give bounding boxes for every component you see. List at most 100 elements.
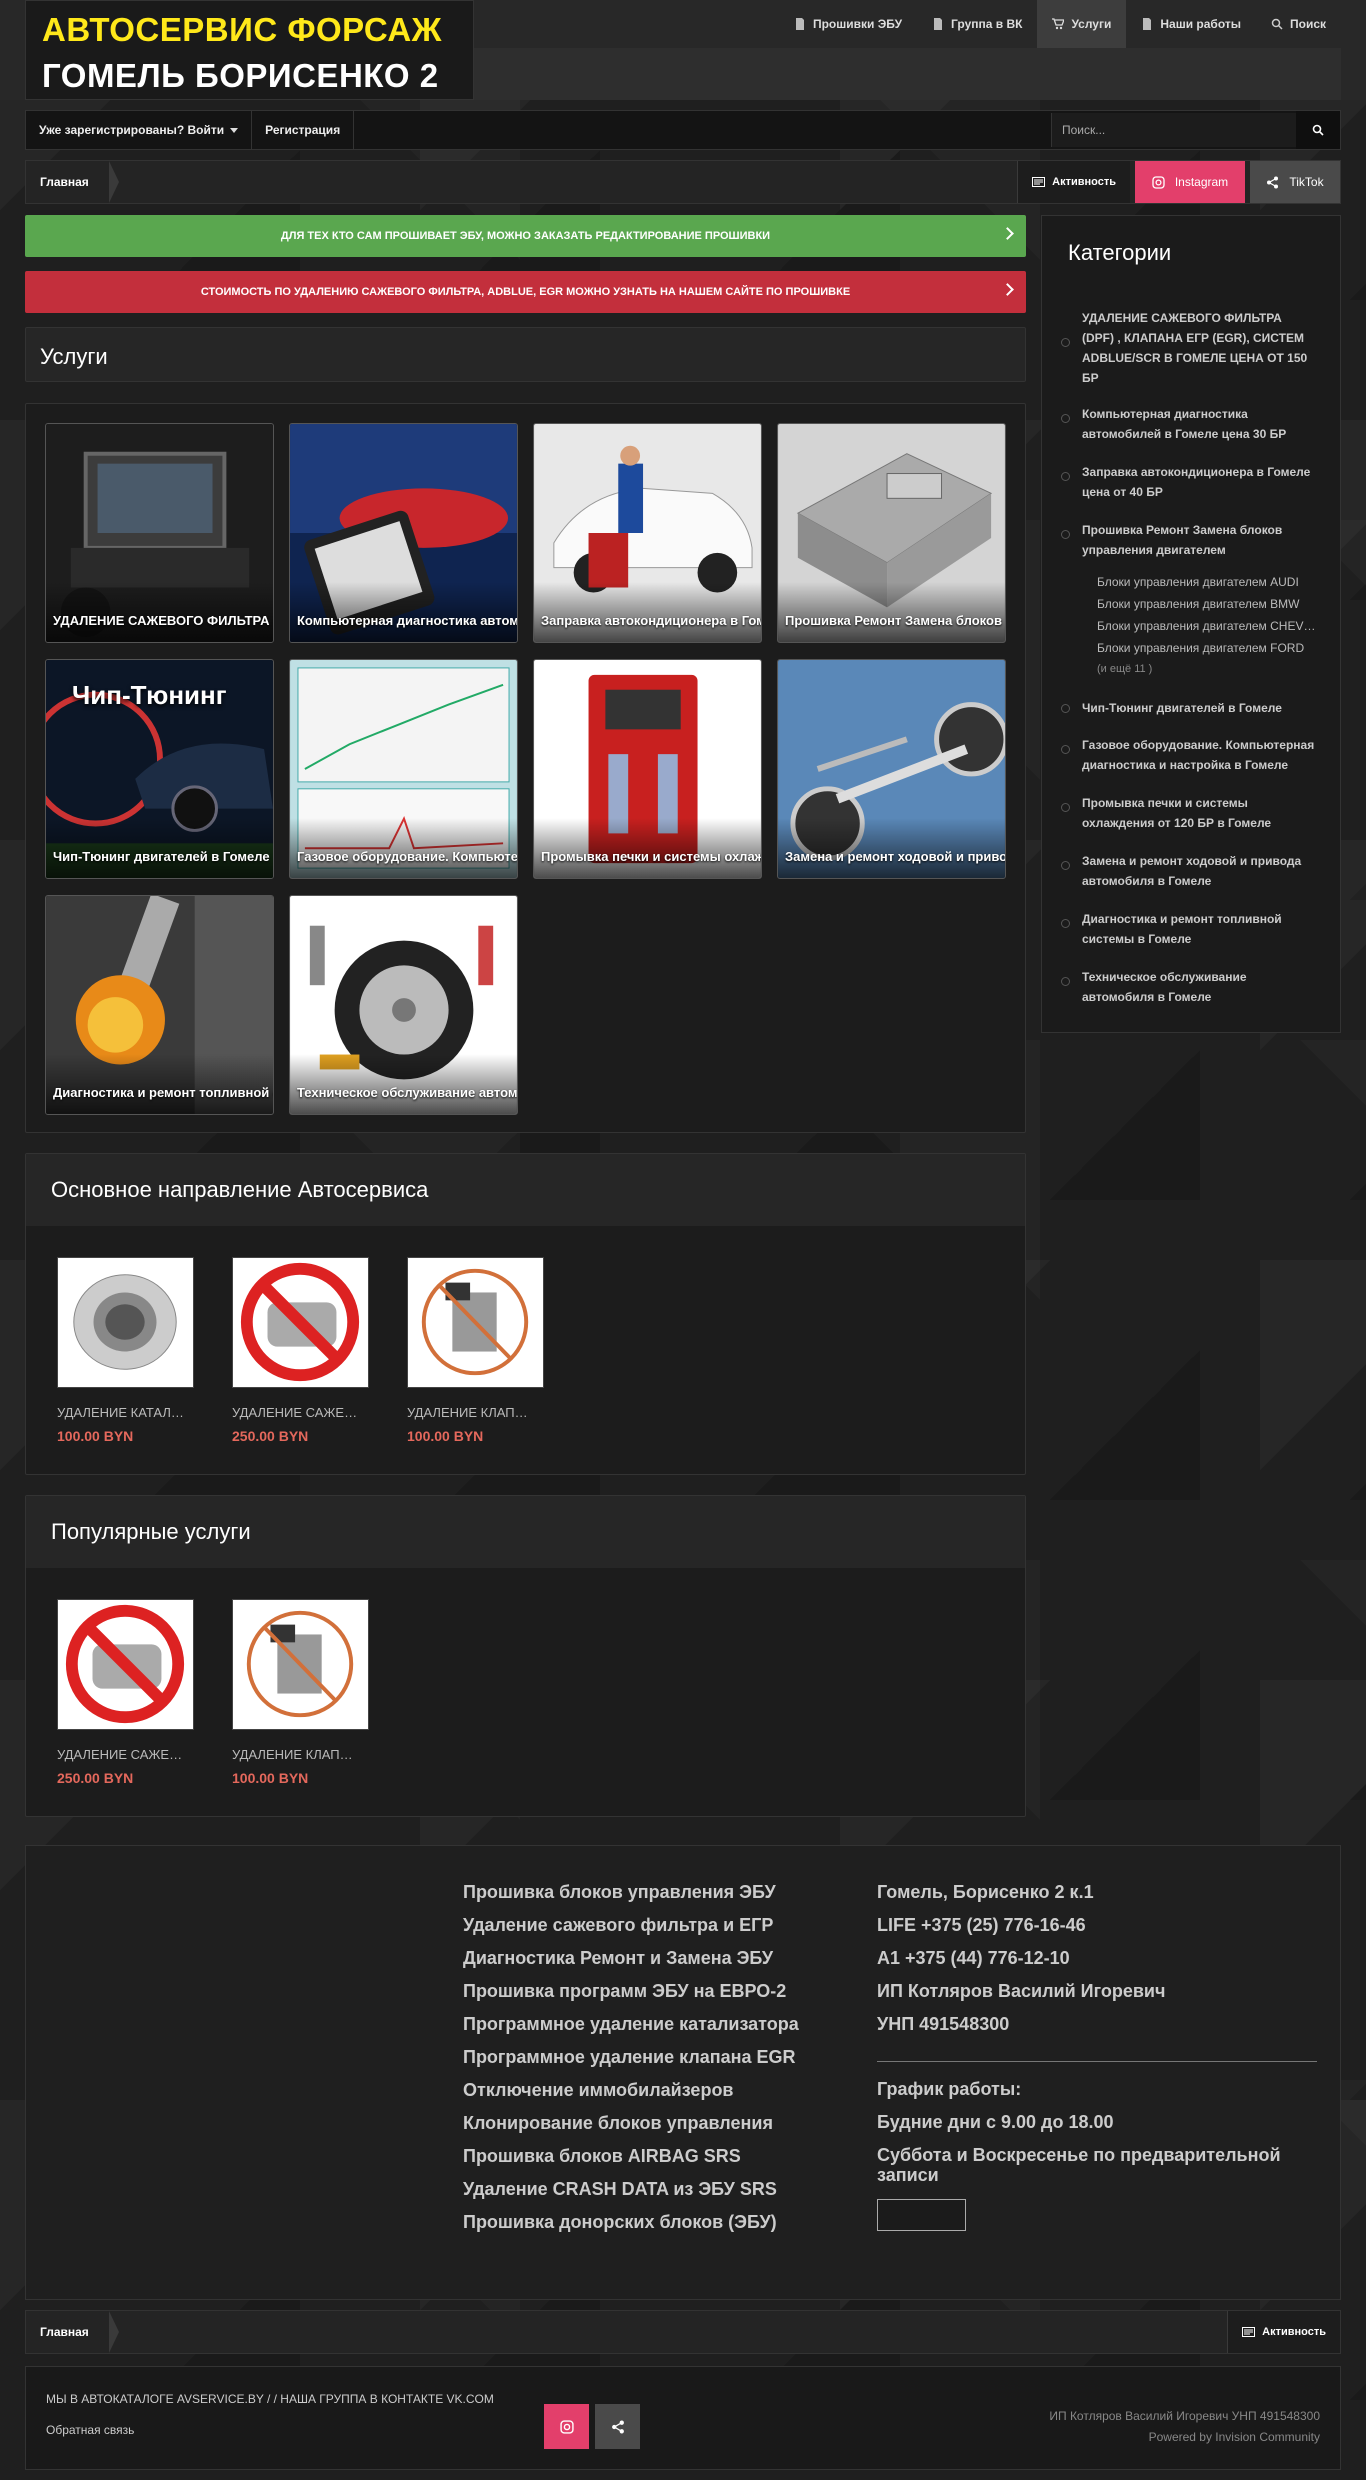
document-icon <box>934 18 943 30</box>
bottom-bar: МЫ В АВТОКАТАЛОГЕ AVSERVICE.BY / / НАША … <box>25 2366 1341 2470</box>
nav-services[interactable]: Услуги <box>1037 0 1127 48</box>
activity-button[interactable]: Активность <box>1227 2311 1340 2353</box>
service-label: Заправка автокондиционера в Гомеле <box>534 582 761 642</box>
page-title: Услуги <box>40 344 108 369</box>
share-icon <box>611 2420 624 2433</box>
instagram-button[interactable]: Instagram <box>1135 161 1245 203</box>
category-label: Заправка автокондиционера в Гомеле цена … <box>1082 465 1311 499</box>
subcategory-label: Блоки управления двигателем BMW <box>1097 597 1300 611</box>
firmware-editing-banner[interactable]: ДЛЯ ТЕХ КТО САМ ПРОШИВАЕТ ЭБУ, МОЖНО ЗАК… <box>25 215 1026 257</box>
share-button[interactable] <box>595 2404 640 2449</box>
subcategory-label: Блоки управления двигателем AUDI <box>1097 575 1299 589</box>
footer-service-item: Удаление сажевого фильтра и ЕГР <box>463 1915 774 1935</box>
service-tile[interactable]: Промывка печки и системы охлаждения <box>533 659 762 879</box>
category-item[interactable]: Чип-Тюнинг двигателей в Гомеле <box>1061 698 1317 718</box>
nav-our-works[interactable]: Наши работы <box>1126 0 1256 48</box>
subcategory-item[interactable]: Блоки управления двигателем CHEVROLET <box>1097 619 1317 633</box>
instagram-icon <box>559 2419 574 2434</box>
product-card[interactable]: УДАЛЕНИЕ КАТАЛИЗАТОРА 100.00 BYN <box>57 1257 197 1444</box>
register-button[interactable]: Регистрация <box>252 111 355 149</box>
subcategory-item[interactable]: Блоки управления двигателем AUDI <box>1097 575 1317 589</box>
site-logo[interactable]: АВТОСЕРВИС ФОРСАЖ ГОМЕЛЬ БОРИСЕНКО 2 <box>25 0 474 100</box>
dpf-price-banner[interactable]: СТОИМОСТЬ ПО УДАЛЕНИЮ САЖЕВОГО ФИЛЬТРА, … <box>25 271 1026 313</box>
powered-by-link[interactable]: Powered by Invision Community <box>1149 2430 1320 2444</box>
product-card[interactable]: УДАЛЕНИЕ САЖЕВОГО ФИЛЬТРА 250.00 BYN <box>57 1599 197 1786</box>
footer-links[interactable]: МЫ В АВТОКАТАЛОГЕ AVSERVICE.BY / / НАША … <box>46 2392 494 2406</box>
product-name: УДАЛЕНИЕ КЛАПАНА EGR <box>232 1747 360 1762</box>
category-item[interactable]: Техническое обслуживание автомобиля в Го… <box>1061 967 1317 1007</box>
schedule-weekend: Суббота и Воскресенье по предварительной… <box>877 2145 1281 2185</box>
instagram-button[interactable] <box>544 2404 589 2449</box>
service-label: Диагностика и ремонт топливной системы <box>46 1054 273 1114</box>
category-item[interactable]: УДАЛЕНИЕ САЖЕВОГО ФИЛЬТРА (DPF) , КЛАПАН… <box>1061 308 1317 388</box>
contact-phone-a1[interactable]: А1 +375 (44) 776-12-10 <box>877 1948 1317 1981</box>
sidebar-title: Категории <box>1068 240 1172 265</box>
service-tile[interactable]: Прошивка Ремонт Замена блоков <box>777 423 1006 643</box>
subcategory-label: Блоки управления двигателем FORD <box>1097 641 1305 655</box>
more-subcategories-link[interactable]: (и ещё 11 ) <box>1097 663 1317 675</box>
catalyst-image <box>57 1257 194 1388</box>
nav-firmware[interactable]: Прошивки ЭБУ <box>779 0 917 48</box>
activity-label: Активность <box>1262 2326 1326 2338</box>
cart-icon <box>1052 18 1065 30</box>
caret-down-icon <box>230 127 239 133</box>
footer-contacts: Гомель, Борисенко 2 к.1 LIFE +375 (25) 7… <box>877 1882 1317 2231</box>
contact-owner: ИП Котляров Василий Игоревич <box>877 1981 1166 2001</box>
service-label: Газовое оборудование. Компьютерная диагн… <box>290 818 517 878</box>
nav-search[interactable]: Поиск <box>1256 0 1341 48</box>
bullet-icon <box>1061 861 1070 870</box>
subcategory-item[interactable]: Блоки управления двигателем FORD <box>1097 641 1317 655</box>
footer-service-item: Прошивка программ ЭБУ на ЕВРО-2 <box>463 1981 787 2001</box>
service-tile[interactable]: Газовое оборудование. Компьютерная диагн… <box>289 659 518 879</box>
logo-line-2: ГОМЕЛЬ БОРИСЕНКО 2 <box>42 57 439 94</box>
share-icon <box>1267 176 1279 188</box>
category-label: Чип-Тюнинг двигателей в Гомеле <box>1082 701 1282 715</box>
service-label: Прошивка Ремонт Замена блоков <box>778 582 1005 642</box>
category-item[interactable]: Диагностика и ремонт топливной системы в… <box>1061 909 1317 949</box>
feedback-link[interactable]: Обратная связь <box>46 2423 134 2437</box>
service-tile[interactable]: Замена и ремонт ходовой и привода <box>777 659 1006 879</box>
bullet-icon <box>1061 745 1070 754</box>
category-item[interactable]: Газовое оборудование. Компьютерная диагн… <box>1061 735 1317 775</box>
product-card[interactable]: УДАЛЕНИЕ САЖЕВОГО ФИЛЬТРА 250.00 BYN <box>232 1257 372 1444</box>
login-label: Уже зарегистрированы? Войти <box>39 123 225 137</box>
footer-service-item: Прошивка донорских блоков (ЭБУ) <box>463 2212 777 2232</box>
breadcrumb-home[interactable]: Главная <box>26 2311 119 2353</box>
category-item[interactable]: Промывка печки и системы охлаждения от 1… <box>1061 793 1317 833</box>
activity-button[interactable]: Активность <box>1017 161 1130 203</box>
login-button[interactable]: Уже зарегистрированы? Войти <box>26 111 253 149</box>
breadcrumb-bottom: Главная Активность <box>25 2310 1341 2354</box>
document-icon <box>795 18 804 30</box>
broken-image-placeholder <box>877 2199 966 2231</box>
service-tile[interactable]: УДАЛЕНИЕ САЖЕВОГО ФИЛЬТРА (DPF) <box>45 423 274 643</box>
schedule-title: График работы: <box>877 2079 1022 2099</box>
footer: Прошивка блоков управления ЭБУ Удаление … <box>25 1845 1341 2300</box>
bullet-icon <box>1061 704 1070 713</box>
breadcrumb-home[interactable]: Главная <box>26 161 119 203</box>
search-input[interactable]: Поиск... <box>1051 113 1296 147</box>
nav-vk-group[interactable]: Группа в ВК <box>917 0 1037 48</box>
nav-label: Прошивки ЭБУ <box>812 17 903 31</box>
service-tile[interactable]: Диагностика и ремонт топливной системы <box>45 895 274 1115</box>
contact-phone-life[interactable]: LIFE +375 (25) 776-16-46 <box>877 1915 1317 1948</box>
product-price: 250.00 BYN <box>232 1428 309 1444</box>
services-grid: УДАЛЕНИЕ САЖЕВОГО ФИЛЬТРА (DPF) Компьюте… <box>25 403 1026 1133</box>
category-item[interactable]: Заправка автокондиционера в Гомеле цена … <box>1061 462 1317 502</box>
subcategory-item[interactable]: Блоки управления двигателем BMW <box>1097 597 1317 611</box>
footer-service-item: Прошивка блоков AIRBAG SRS <box>463 2146 741 2166</box>
product-card[interactable]: УДАЛЕНИЕ КЛАПАНА EGR 100.00 BYN <box>407 1257 547 1444</box>
category-item[interactable]: Компьютерная диагностика автомобилей в Г… <box>1061 404 1317 444</box>
search-submit-button[interactable] <box>1296 111 1340 149</box>
category-item[interactable]: Прошивка Ремонт Замена блоков управления… <box>1061 520 1317 560</box>
service-tile[interactable]: Чип-Тюнинг Чип-Тюнинг двигателей в Гомел… <box>45 659 274 879</box>
subcategory-label: Блоки управления двигателем CHEVROLET <box>1097 619 1317 633</box>
tiktok-button[interactable]: TikTok <box>1250 161 1340 203</box>
search-icon <box>1312 124 1324 136</box>
service-tile[interactable]: Компьютерная диагностика автомобилей <box>289 423 518 643</box>
product-card[interactable]: УДАЛЕНИЕ КЛАПАНА EGR 100.00 BYN <box>232 1599 372 1786</box>
service-tile[interactable]: Заправка автокондиционера в Гомеле <box>533 423 762 643</box>
service-tile[interactable]: Техническое обслуживание автомобиля <box>289 895 518 1115</box>
section-header: Основное направление Автосервиса <box>26 1154 1025 1226</box>
main-direction-section: Основное направление Автосервиса УДАЛЕНИ… <box>25 1153 1026 1475</box>
category-item[interactable]: Замена и ремонт ходовой и привода автомо… <box>1061 851 1317 891</box>
